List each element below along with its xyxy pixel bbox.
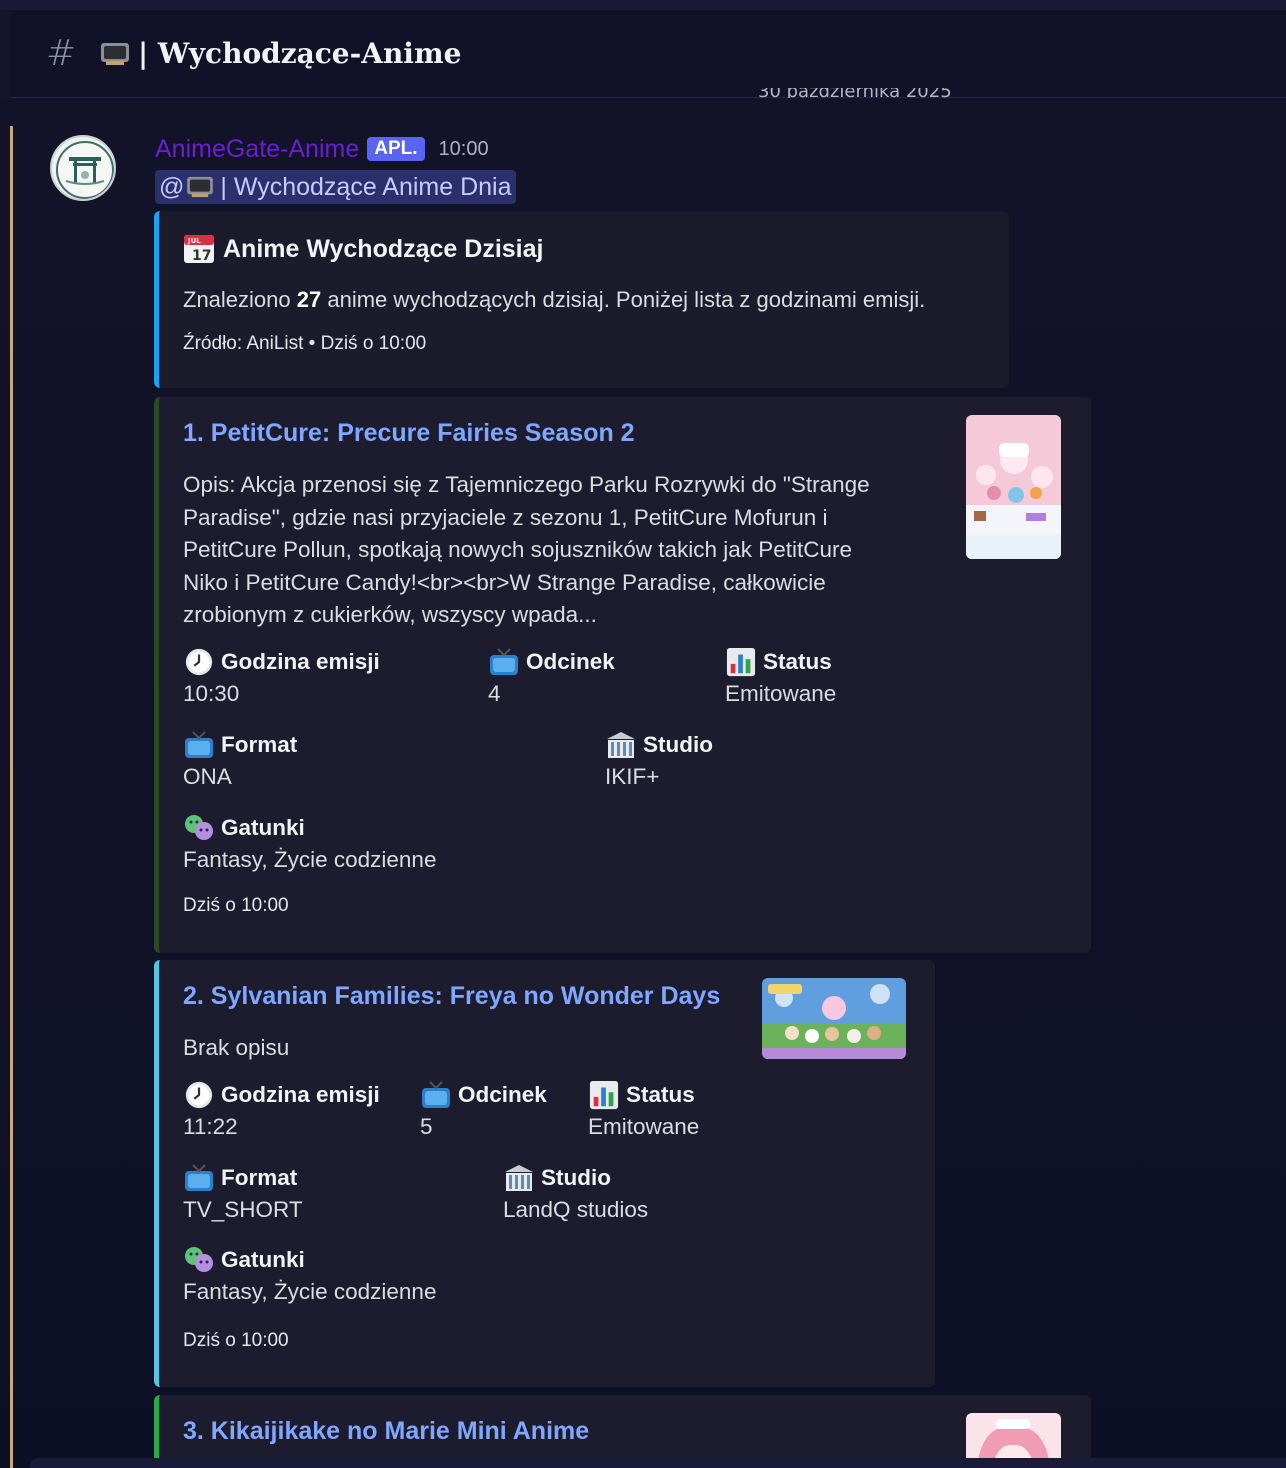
field-episode: Odcinek 4 <box>488 647 615 706</box>
studio-building-icon <box>503 1163 535 1193</box>
anime-footer: Dziś o 10:00 <box>183 1330 289 1351</box>
tv-icon <box>186 176 214 198</box>
role-mention[interactable]: @ | Wychodzące Anime Dnia <box>155 170 516 204</box>
message-time: 10:00 <box>438 137 489 160</box>
theater-masks-icon <box>183 1245 215 1275</box>
anime-thumbnail[interactable] <box>966 415 1061 559</box>
bar-chart-icon <box>588 1080 620 1110</box>
anime-title-link[interactable]: 1. PetitCure: Precure Fairies Season 2 <box>183 419 635 448</box>
summary-footer: Źródło: AniList • Dziś o 10:00 <box>183 333 427 354</box>
app-badge: APL. <box>367 137 425 161</box>
field-genres: Gatunki Fantasy, Życie codzienne <box>183 813 437 872</box>
svg-text:JUL: JUL <box>187 237 201 245</box>
channel-header: # | Wychodzące-Anime <box>10 10 1286 98</box>
date-divider: 30 października 2025 <box>758 88 952 98</box>
clock-icon <box>183 647 215 677</box>
channel-name[interactable]: | Wychodzące-Anime <box>138 37 461 70</box>
tv-icon <box>183 1163 215 1193</box>
field-format: Format ONA <box>183 730 298 789</box>
svg-text:17: 17 <box>192 248 211 264</box>
anime-thumbnail[interactable] <box>762 978 906 1059</box>
field-air-time: Godzina emisji 10:30 <box>183 647 380 706</box>
summary-title: JUL 17 Anime Wychodzące Dzisiaj <box>183 233 543 265</box>
tv-icon <box>100 42 130 66</box>
anime-title-link[interactable]: 2. Sylvanian Families: Freya no Wonder D… <box>183 982 720 1011</box>
field-format: Format TV_SHORT <box>183 1163 303 1222</box>
field-genres: Gatunki Fantasy, Życie codzienne <box>183 1245 437 1304</box>
theater-masks-icon <box>183 813 215 843</box>
tv-icon <box>183 730 215 760</box>
calendar-icon: JUL 17 <box>183 233 215 265</box>
avatar[interactable] <box>50 135 116 201</box>
field-air-time: Godzina emisji 11:22 <box>183 1080 380 1139</box>
tv-icon <box>420 1080 452 1110</box>
field-studio: Studio IKIF+ <box>605 730 713 789</box>
tv-icon <box>488 647 520 677</box>
message-highlight-bar <box>10 126 13 1468</box>
mention-text: | Wychodzące Anime Dnia <box>220 172 512 201</box>
bar-chart-icon <box>725 647 757 677</box>
anime-title-link[interactable]: 3. Kikaijikake no Marie Mini Anime <box>183 1417 589 1446</box>
anime-embed-2: 2. Sylvanian Families: Freya no Wonder D… <box>154 960 935 1387</box>
clock-icon <box>183 1080 215 1110</box>
anime-description: Opis: Akcja przenosi się z Tajemniczego … <box>183 472 870 627</box>
field-status: Status Emitowane <box>725 647 837 706</box>
top-strip <box>0 0 1286 10</box>
author-name[interactable]: AnimeGate-Anime <box>155 135 359 164</box>
anime-count: 27 <box>296 287 322 312</box>
field-status: Status Emitowane <box>588 1080 700 1139</box>
hash-icon: # <box>46 33 77 74</box>
studio-building-icon <box>605 730 637 760</box>
anime-description: Brak opisu <box>183 1035 290 1060</box>
summary-description: Znaleziono 27 anime wychodzących dzisiaj… <box>183 287 926 312</box>
field-studio: Studio LandQ studios <box>503 1163 649 1222</box>
message-input-edge <box>30 1458 1286 1468</box>
field-episode: Odcinek 5 <box>420 1080 547 1139</box>
anime-embed-1: 1. PetitCure: Precure Fairies Season 2 O… <box>154 397 1091 953</box>
anime-footer: Dziś o 10:00 <box>183 895 289 916</box>
summary-embed: JUL 17 Anime Wychodzące Dzisiaj Znalezion… <box>154 211 1009 388</box>
mention-prefix: @ <box>159 172 185 201</box>
message-header: AnimeGate-Anime APL. 10:00 <box>155 134 489 164</box>
